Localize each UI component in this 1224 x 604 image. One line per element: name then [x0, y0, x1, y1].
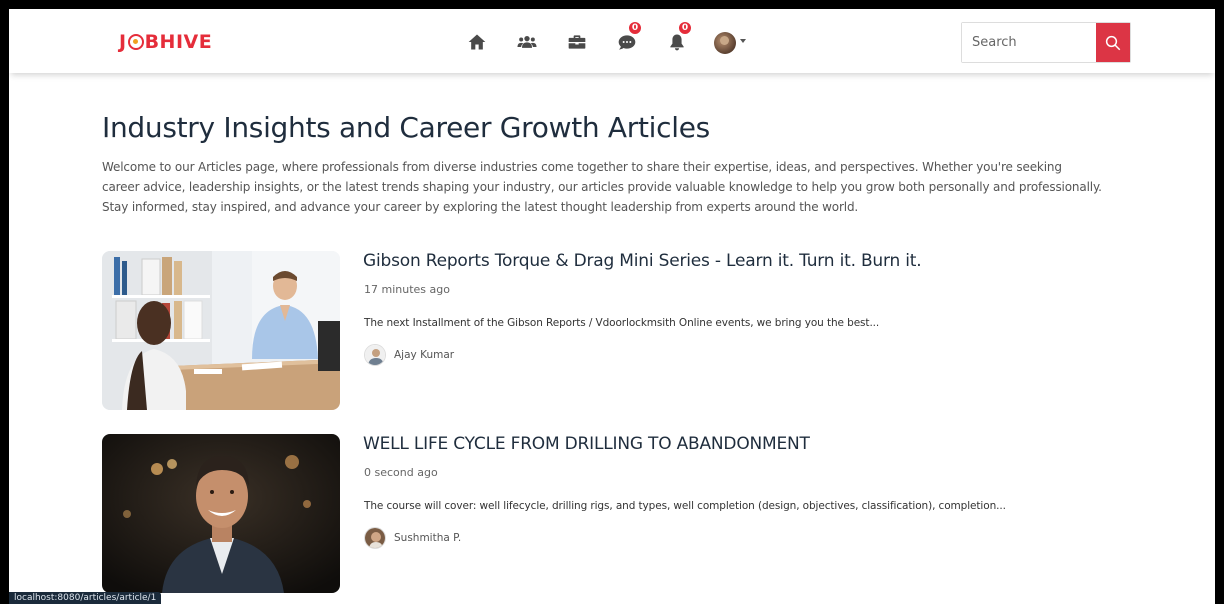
article-timestamp: 0 second ago	[364, 466, 438, 479]
logo[interactable]: J BHIVE	[119, 31, 212, 53]
chevron-down-icon[interactable]	[740, 39, 746, 43]
logo-mark-icon	[127, 34, 144, 50]
author-name: Sushmitha P.	[394, 532, 462, 544]
navbar: J BHIVE 0 0	[9, 9, 1215, 73]
article-card[interactable]: WELL LIFE CYCLE FROM DRILLING TO ABANDON…	[102, 434, 1102, 594]
status-bar-url: localhost:8080/articles/article/1	[9, 592, 162, 604]
article-thumbnail[interactable]	[102, 251, 340, 410]
profile-avatar[interactable]	[714, 32, 736, 54]
article-author[interactable]: Sushmitha P.	[364, 526, 461, 550]
author-avatar	[364, 344, 386, 366]
jobs-icon[interactable]	[564, 29, 590, 55]
article-timestamp: 17 minutes ago	[364, 283, 450, 296]
notifications-badge: 0	[678, 21, 692, 35]
page-title: Industry Insights and Career Growth Arti…	[102, 111, 710, 144]
author-avatar	[364, 527, 386, 549]
article-card[interactable]: Gibson Reports Torque & Drag Mini Series…	[102, 251, 1102, 411]
logo-prefix: J	[119, 31, 127, 53]
author-name: Ajay Kumar	[394, 349, 455, 361]
article-thumbnail[interactable]	[102, 434, 340, 593]
logo-suffix: BHIVE	[144, 31, 213, 53]
search-box	[961, 22, 1131, 63]
notifications-icon[interactable]: 0	[664, 21, 692, 55]
article-title[interactable]: WELL LIFE CYCLE FROM DRILLING TO ABANDON…	[363, 434, 810, 454]
messages-badge: 0	[628, 21, 642, 35]
messages-icon[interactable]: 0	[614, 21, 642, 55]
home-icon[interactable]	[464, 29, 490, 55]
article-title[interactable]: Gibson Reports Torque & Drag Mini Series…	[363, 251, 922, 271]
article-description: The course will cover: well lifecycle, d…	[364, 500, 1006, 512]
article-author[interactable]: Ajay Kumar	[364, 343, 454, 367]
network-icon[interactable]	[514, 29, 540, 55]
search-button[interactable]	[1096, 23, 1130, 62]
browser-viewport: J BHIVE 0 0 Search Industry Insights and…	[9, 9, 1215, 604]
article-description: The next Installment of the Gibson Repor…	[364, 317, 880, 329]
page-intro: Welcome to our Articles page, where prof…	[102, 160, 1102, 214]
search-icon	[1105, 35, 1121, 50]
search-input[interactable]	[962, 23, 1096, 62]
